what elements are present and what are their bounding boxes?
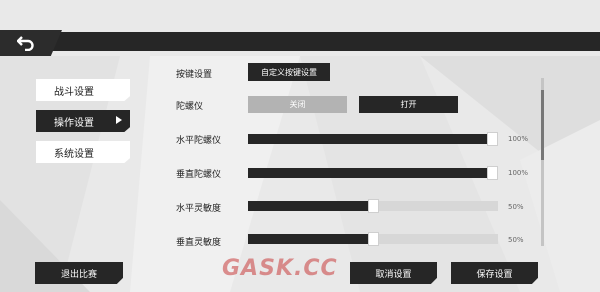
- settings-scrollbar[interactable]: [541, 78, 544, 246]
- save-settings-button[interactable]: 保存设置: [451, 262, 538, 284]
- slider-value: 50%: [508, 203, 524, 211]
- sidebar-item-system-settings[interactable]: 系统设置: [36, 141, 130, 163]
- slider-value: 100%: [508, 169, 529, 177]
- vertical-gyro-slider[interactable]: [248, 166, 498, 180]
- horizontal-gyro-slider[interactable]: [248, 132, 498, 146]
- slider-value: 100%: [508, 135, 529, 143]
- slider-label-vertical-sensitivity: 垂直灵敏度: [176, 238, 222, 248]
- sidebar-item-battle-settings[interactable]: 战斗设置: [36, 79, 130, 101]
- scrollbar-thumb[interactable]: [541, 90, 544, 160]
- slider-thumb[interactable]: [368, 199, 379, 213]
- keybind-label: 按键设置: [176, 70, 213, 80]
- top-bar: [0, 32, 600, 51]
- watermark-logo: GASK.CC: [222, 256, 338, 281]
- exit-match-button[interactable]: 退出比赛: [35, 262, 123, 284]
- back-arrow-icon: [17, 36, 34, 51]
- slider-fill: [248, 201, 374, 211]
- sidebar-item-label: 操作设置: [54, 117, 94, 129]
- slider-fill: [248, 234, 374, 244]
- custom-keybind-button[interactable]: 自定义按键设置: [248, 63, 330, 81]
- vertical-sensitivity-slider[interactable]: [248, 232, 498, 246]
- gyro-label: 陀螺仪: [176, 102, 204, 112]
- sidebar-item-label: 战斗设置: [54, 86, 94, 98]
- cancel-settings-button[interactable]: 取消设置: [350, 262, 437, 284]
- play-arrow-icon: [116, 116, 122, 124]
- sidebar-item-control-settings[interactable]: 操作设置: [36, 110, 130, 132]
- slider-thumb[interactable]: [487, 132, 498, 146]
- gyro-off-toggle[interactable]: 关闭: [248, 96, 347, 113]
- slider-value: 50%: [508, 236, 524, 244]
- slider-thumb[interactable]: [487, 166, 498, 180]
- slider-label-horizontal-sensitivity: 水平灵敏度: [176, 204, 222, 214]
- slider-label-horizontal-gyro: 水平陀螺仪: [176, 136, 222, 146]
- slider-fill: [248, 134, 493, 144]
- slider-label-vertical-gyro: 垂直陀螺仪: [176, 170, 222, 180]
- horizontal-sensitivity-slider[interactable]: [248, 199, 498, 213]
- sidebar-item-label: 系统设置: [54, 148, 94, 160]
- gyro-on-toggle[interactable]: 打开: [359, 96, 458, 113]
- slider-fill: [248, 168, 493, 178]
- slider-thumb[interactable]: [368, 232, 379, 246]
